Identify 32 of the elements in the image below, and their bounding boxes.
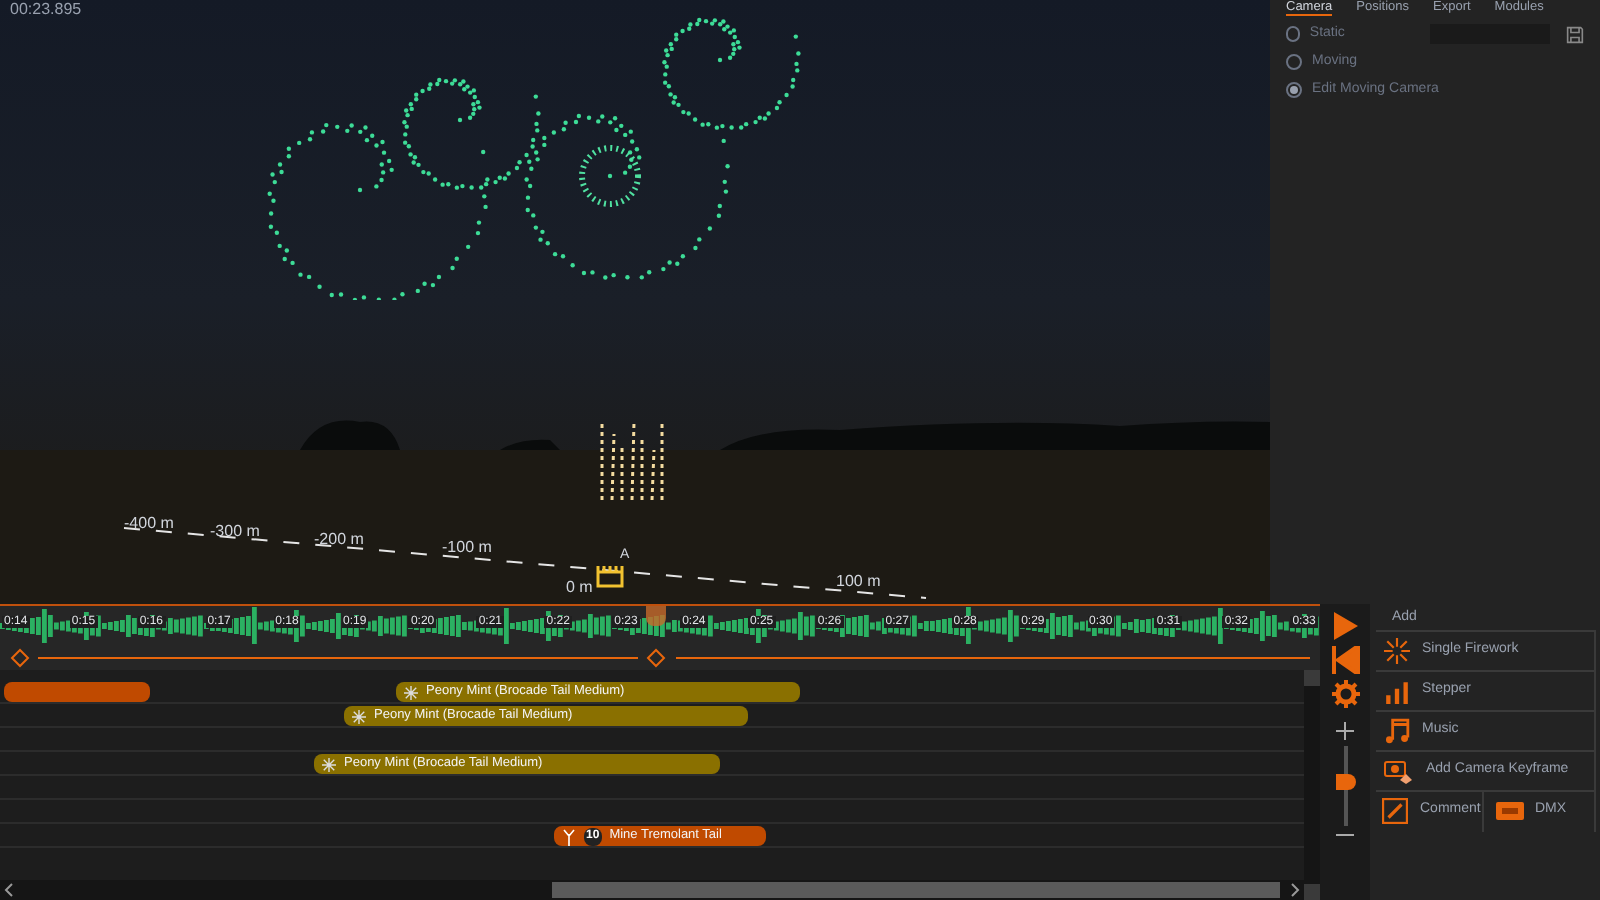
vertical-scrollbar[interactable]	[1304, 670, 1320, 900]
firework-icon	[1384, 637, 1410, 663]
distance-label: -400 m	[124, 516, 174, 532]
firework-icon	[404, 685, 418, 699]
radio-button[interactable]	[1286, 82, 1302, 98]
distance-label: -300 m	[210, 524, 260, 540]
distance-label: 100 m	[836, 574, 881, 590]
firework-icon	[352, 709, 366, 723]
radio-button[interactable]	[1286, 26, 1300, 42]
distance-label: 0 m	[566, 580, 593, 596]
zoom-out-icon[interactable]	[1336, 832, 1354, 838]
firework-icon	[322, 757, 336, 771]
zoom-slider-thumb[interactable]	[1335, 774, 1355, 791]
camera-icon	[1384, 757, 1414, 783]
play-icon[interactable]	[1331, 612, 1359, 640]
playhead-marker[interactable]	[646, 606, 666, 626]
distance-label: -100 m	[442, 540, 492, 556]
settings-icon[interactable]	[1331, 680, 1359, 708]
fountain-icon	[562, 827, 576, 845]
camera-marker-icon[interactable]	[596, 564, 624, 588]
save-icon[interactable]	[1566, 23, 1585, 45]
zoom-in-icon[interactable]	[1336, 722, 1354, 740]
timecode: 00:23.895	[10, 2, 82, 18]
dmx-icon	[1495, 802, 1523, 820]
skip-back-icon[interactable]	[1331, 646, 1359, 674]
music-note-icon	[1384, 717, 1410, 743]
distance-label: -200 m	[314, 532, 364, 548]
stepper-icon	[1384, 677, 1410, 703]
scrollbar-thumb[interactable]	[552, 882, 1280, 898]
timeline-clip[interactable]	[4, 682, 150, 702]
pencil-icon	[1382, 798, 1408, 824]
radio-button[interactable]	[1286, 54, 1302, 70]
